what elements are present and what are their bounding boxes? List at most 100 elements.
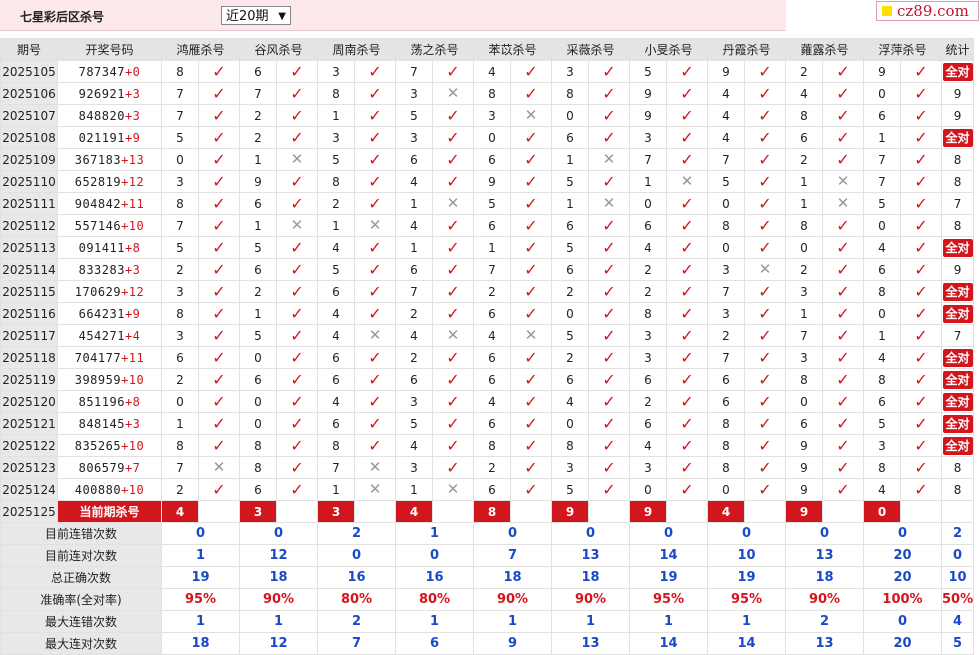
kill-number-cell: 5 <box>707 170 745 193</box>
result-cell: ✓ <box>900 126 942 149</box>
stat-value: 18 <box>161 632 240 655</box>
col-header-expert: 采薇杀号 <box>551 38 630 61</box>
current-kill-number: 3 <box>239 500 277 523</box>
all-correct-badge: 全对 <box>942 370 973 389</box>
kill-number-cell: 7 <box>863 148 901 171</box>
kill-number-cell: 4 <box>473 324 511 347</box>
result-cell: ✓ <box>744 192 786 215</box>
check-icon: ✓ <box>758 457 772 477</box>
period-cell: 2025111 <box>0 192 58 215</box>
kill-number-cell: 2 <box>551 346 589 369</box>
draw-number-cell: 833283+3 <box>57 258 162 281</box>
stat-cell: 8 <box>940 214 975 237</box>
col-header-expert: 小旻杀号 <box>629 38 708 61</box>
draw-plus: +10 <box>121 482 145 497</box>
result-cell: ✓ <box>900 60 942 83</box>
stat-value: 9 <box>953 108 962 123</box>
check-icon: ✓ <box>680 413 694 433</box>
result-cell: ✓ <box>822 324 864 347</box>
check-icon: ✓ <box>914 83 928 103</box>
period-range-value: 近20期 <box>226 9 269 24</box>
result-cell: ✓ <box>432 456 474 479</box>
cross-icon: ✕ <box>758 260 772 278</box>
kill-number-cell: 5 <box>395 412 433 435</box>
kill-number-cell: 0 <box>239 412 277 435</box>
stat-value: 1 <box>395 522 474 545</box>
kill-number-cell: 3 <box>785 280 823 303</box>
result-cell: ✕ <box>510 324 552 347</box>
table-header-row: 期号 开奖号码 鸿雁杀号 谷风杀号 周南杀号 荡之杀号 苯苡杀号 采薇杀号 小旻… <box>0 38 975 61</box>
check-icon: ✓ <box>290 237 304 257</box>
kill-number-cell: 6 <box>473 214 511 237</box>
period-range-select[interactable]: 近20期 ▼ <box>221 6 291 25</box>
stat-cell: 9 <box>940 82 975 105</box>
draw-number-cell: 454271+4 <box>57 324 162 347</box>
kill-number-cell: 7 <box>473 258 511 281</box>
kill-number-cell: 3 <box>395 82 433 105</box>
kill-number-cell: 2 <box>473 456 511 479</box>
stat-cell: 9 <box>940 104 975 127</box>
kill-number-cell: 1 <box>317 478 355 501</box>
kill-number-cell: 2 <box>239 126 277 149</box>
result-cell: ✓ <box>588 302 630 325</box>
result-cell: ✓ <box>900 236 942 259</box>
period-cell: 2025105 <box>0 60 58 83</box>
stat-value: 0 <box>863 610 942 633</box>
check-icon: ✓ <box>368 83 382 103</box>
kill-number-cell: 5 <box>551 236 589 259</box>
draw-plus: +9 <box>124 130 141 145</box>
kill-number-cell: 6 <box>239 192 277 215</box>
stat-cell: 8 <box>940 148 975 171</box>
check-icon: ✓ <box>524 369 538 389</box>
result-cell: ✓ <box>354 412 396 435</box>
draw-digits: 454271 <box>78 328 125 343</box>
check-icon: ✓ <box>524 171 538 191</box>
check-icon: ✓ <box>368 369 382 389</box>
result-cell: ✓ <box>666 104 708 127</box>
kill-number-cell: 6 <box>239 258 277 281</box>
stat-value: 1 <box>239 610 318 633</box>
kill-number-cell: 6 <box>629 214 667 237</box>
result-cell: ✓ <box>588 434 630 457</box>
result-cell: ✓ <box>276 324 318 347</box>
col-header-expert: 周南杀号 <box>317 38 396 61</box>
kill-number-cell: 0 <box>629 478 667 501</box>
kill-number-cell: 6 <box>161 346 199 369</box>
current-kill-number: 0 <box>863 500 901 523</box>
result-cell: ✓ <box>510 192 552 215</box>
check-icon: ✓ <box>212 61 226 81</box>
kill-number-cell: 3 <box>707 258 745 281</box>
kill-number-cell: 6 <box>707 368 745 391</box>
page-title: 七星彩后区杀号 <box>20 10 105 24</box>
check-icon: ✓ <box>290 391 304 411</box>
draw-digits: 170629 <box>74 284 122 299</box>
stat-value: 0 <box>863 522 942 545</box>
current-kill-number: 9 <box>785 500 823 523</box>
draw-plus: +12 <box>121 174 145 189</box>
result-cell: ✓ <box>666 192 708 215</box>
result-cell: ✓ <box>666 280 708 303</box>
kill-number-cell: 6 <box>239 368 277 391</box>
stat-value: 0 <box>317 544 396 567</box>
check-icon: ✓ <box>524 127 538 147</box>
kill-number-cell: 0 <box>707 478 745 501</box>
result-cell: ✓ <box>276 104 318 127</box>
brand-logo[interactable]: cz89.com <box>876 1 979 21</box>
result-cell: ✓ <box>666 148 708 171</box>
kill-number-cell: 0 <box>239 346 277 369</box>
table-row: 2025121 848145+3 1 ✓ 0 ✓ 6 ✓ 5 ✓ 6 ✓ 0 ✓ 6 ✓ 8 ✓ 6 ✓ 5 ✓ 全对 <box>0 412 975 435</box>
period-cell: 2025119 <box>0 368 58 391</box>
draw-plus: +8 <box>124 240 141 255</box>
check-icon: ✓ <box>290 193 304 213</box>
check-icon: ✓ <box>602 303 616 323</box>
kill-number-cell: 1 <box>551 148 589 171</box>
result-cell: ✓ <box>744 324 786 347</box>
kill-number-cell: 3 <box>551 456 589 479</box>
check-icon: ✓ <box>680 237 694 257</box>
kill-number-cell: 3 <box>395 456 433 479</box>
current-kill-number: 4 <box>395 500 433 523</box>
table-row: 2025107 848820+3 7 ✓ 2 ✓ 1 ✓ 5 ✓ 3 ✕ 0 ✓ 9 ✓ 4 ✓ 8 ✓ 6 ✓ 9 <box>0 104 975 127</box>
check-icon: ✓ <box>524 435 538 455</box>
kill-number-cell: 0 <box>785 236 823 259</box>
result-cell: ✓ <box>822 82 864 105</box>
